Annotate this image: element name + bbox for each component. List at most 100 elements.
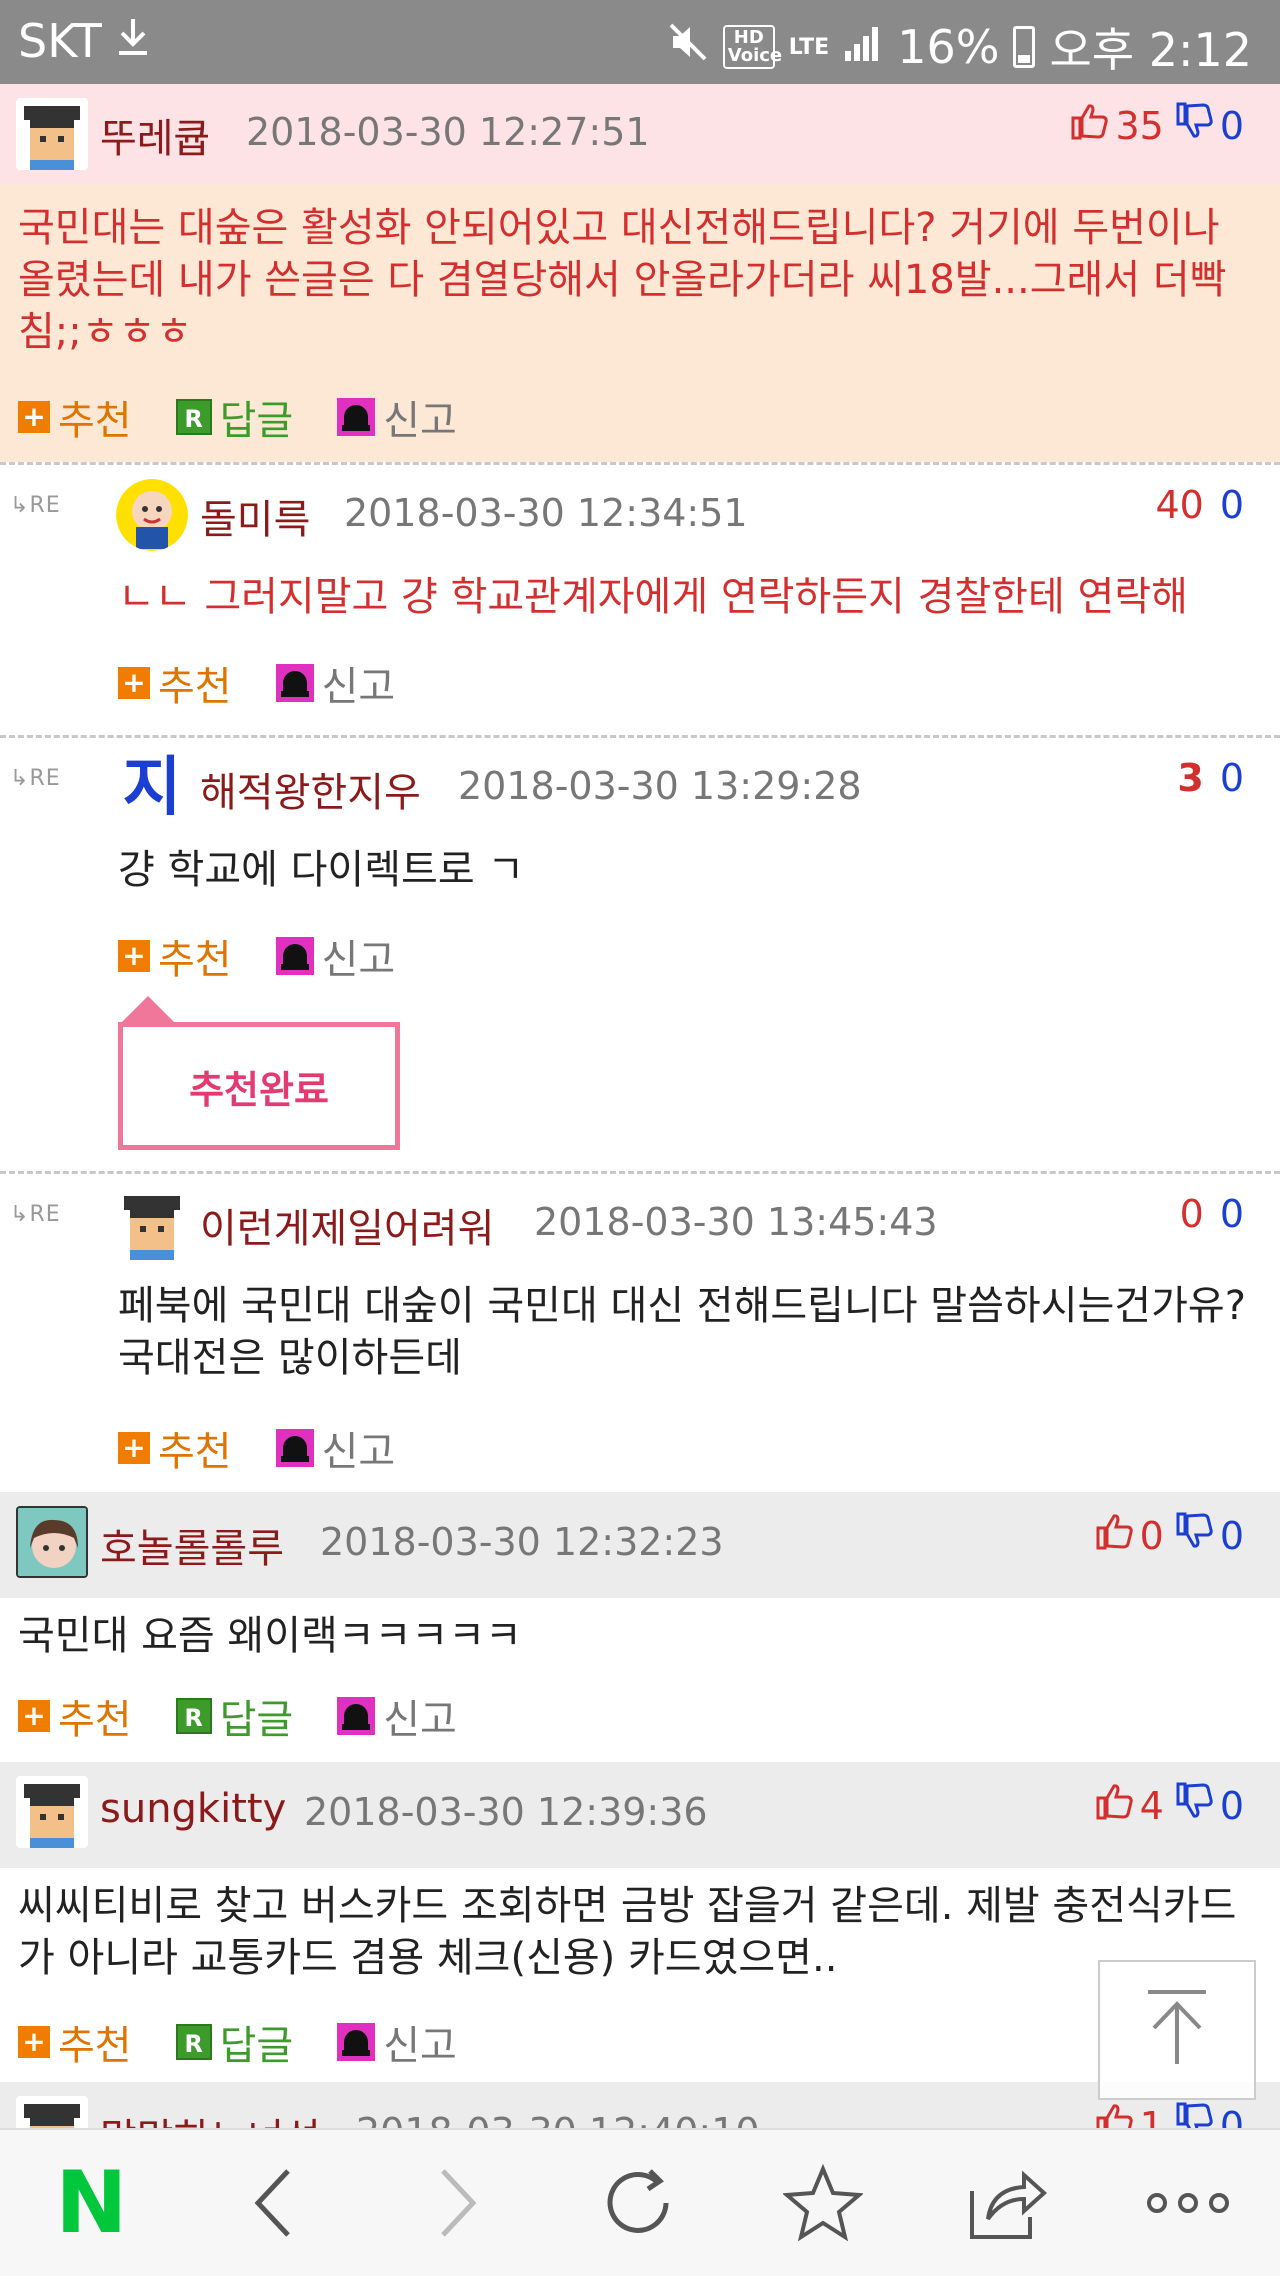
- thumbs-down-icon[interactable]: [1174, 1782, 1214, 1829]
- avatar[interactable]: [16, 2096, 88, 2128]
- comment-nickname[interactable]: 뚜레큡: [100, 106, 210, 164]
- comment-nickname[interactable]: 돌미륵: [200, 487, 310, 545]
- naver-logo-icon[interactable]: N: [31, 2143, 151, 2263]
- reply-button[interactable]: R 답글: [175, 2013, 294, 2071]
- recommend-button[interactable]: + 추천: [18, 2013, 132, 2071]
- comment-nickname[interactable]: 호놀롤롤루: [100, 1516, 284, 1574]
- reply-item: ↳RE 지 해적왕한지우 2018-03-30 13:29:28 3 0 걍 학…: [0, 735, 1280, 1171]
- recommend-label: 추천: [58, 398, 132, 444]
- report-button[interactable]: 신고: [275, 1419, 395, 1477]
- siren-icon: [275, 664, 314, 702]
- downvote-count: 0: [1219, 2103, 1244, 2129]
- reply-button[interactable]: R 답글: [175, 388, 294, 446]
- upvote-count: 1: [1139, 2103, 1164, 2129]
- thumbs-up-icon[interactable]: [1094, 1782, 1134, 1829]
- reply-label: 답글: [219, 2023, 294, 2069]
- comment-timestamp: 2018-03-30 12:32:23: [320, 1520, 724, 1564]
- thumbs-up-icon[interactable]: [1069, 102, 1109, 149]
- comment-list[interactable]: 뚜레큡 2018-03-30 12:27:51 35 0 국민대는 대숲은 활성…: [0, 84, 1280, 2128]
- avatar[interactable]: [16, 98, 88, 170]
- signal-icon: [843, 20, 883, 74]
- reply-button[interactable]: R 답글: [175, 1687, 293, 1745]
- thumbs-up-icon[interactable]: [1094, 2102, 1134, 2128]
- downvote-count: 0: [1219, 1192, 1244, 1236]
- thumbs-down-icon[interactable]: [1174, 102, 1214, 149]
- recommend-label: 추천: [58, 1697, 132, 1743]
- downvote-count: 0: [1219, 1783, 1244, 1828]
- thumbs-down-icon[interactable]: [1174, 1512, 1214, 1559]
- comment-text: 국민대 요즘 왜이랙ㅋㅋㅋㅋㅋ: [18, 1613, 522, 1659]
- recommend-label: 추천: [158, 664, 232, 710]
- reply-icon: R: [175, 399, 212, 435]
- report-button[interactable]: 신고: [275, 927, 395, 985]
- upvote-count: 40: [1155, 483, 1204, 527]
- upvote-count: 0: [1139, 1513, 1164, 1558]
- bookmark-star-icon[interactable]: [763, 2143, 883, 2263]
- comment-nickname[interactable]: sungkitty: [100, 1786, 286, 1832]
- avatar[interactable]: [116, 479, 188, 551]
- popup-pointer: [122, 996, 174, 1022]
- more-icon[interactable]: [1128, 2143, 1248, 2263]
- comment-timestamp: 2018-03-30 12:34:51: [344, 491, 748, 535]
- comment-nickname[interactable]: 해적왕한지우: [200, 760, 421, 818]
- recommend-button[interactable]: + 추천: [118, 927, 232, 985]
- recommend-label: 추천: [158, 937, 232, 983]
- comment-item: 뚜레큡 2018-03-30 12:27:51 35 0 국민대는 대숲은 활성…: [0, 84, 1280, 462]
- avatar[interactable]: [116, 1188, 188, 1260]
- report-button[interactable]: 신고: [337, 2013, 457, 2071]
- report-button[interactable]: 신고: [275, 654, 396, 712]
- plus-icon: +: [118, 940, 150, 972]
- thumbs-up-icon[interactable]: [1094, 1512, 1134, 1559]
- recommend-label: 추천: [158, 1429, 232, 1475]
- reply-item: ↳RE 이런게제일어려워 2018-03-30 13:45:43 0 0 페북에…: [0, 1171, 1280, 1492]
- recommend-done-popup: 추천완료: [118, 1022, 400, 1150]
- report-button[interactable]: 신고: [337, 388, 457, 446]
- comment-item: 말많하느녀석 2018-03-30 12:40:10 1 0: [0, 2082, 1280, 2128]
- comment-nickname[interactable]: 이런게제일어려워: [200, 1196, 494, 1254]
- plus-icon: +: [18, 1700, 50, 1732]
- recommend-button[interactable]: + 추천: [18, 388, 132, 446]
- siren-icon: [337, 1697, 376, 1735]
- clock: 오후 2:12: [1049, 23, 1252, 77]
- downvote-count: 0: [1219, 103, 1244, 148]
- arrow-up-icon: [1142, 1988, 1212, 2072]
- avatar[interactable]: [16, 1776, 88, 1848]
- siren-icon: [337, 2023, 376, 2061]
- refresh-icon[interactable]: [580, 2143, 700, 2263]
- reply-label: 답글: [219, 398, 294, 444]
- reply-arrow-icon: ↳RE: [10, 766, 61, 791]
- carrier-label: SKT: [18, 14, 102, 68]
- siren-icon: [337, 398, 376, 436]
- avatar[interactable]: 지: [116, 752, 188, 824]
- scroll-to-top-button[interactable]: [1098, 1960, 1256, 2100]
- comment-timestamp: 2018-03-30 13:45:43: [534, 1200, 938, 1244]
- comment-text: 국민대는 대숲은 활성화 안되어있고 대신전해드립니다? 거기에 두번이나 올렸…: [18, 205, 1227, 355]
- reply-icon: R: [175, 1698, 212, 1734]
- comment-timestamp: 2018-03-30 13:29:28: [458, 764, 862, 808]
- mute-icon: [667, 20, 709, 74]
- back-icon[interactable]: [214, 2143, 334, 2263]
- forward-icon[interactable]: [397, 2143, 517, 2263]
- comment-text: 씨씨티비로 찾고 버스카드 조회하면 금방 잡을거 같은데. 제발 충전식카드가…: [18, 1883, 1237, 1981]
- plus-icon: +: [18, 2026, 50, 2058]
- report-button[interactable]: 신고: [337, 1687, 457, 1745]
- comment-text: 걍 학교에 다이렉트로 ㄱ: [118, 847, 525, 893]
- comment-text: ㄴㄴ 그러지말고 걍 학교관계자에게 연락하든지 경찰한테 연락해: [118, 574, 1188, 620]
- recommend-button[interactable]: + 추천: [118, 654, 232, 712]
- lte-label: LTE: [788, 34, 830, 60]
- recommend-button[interactable]: + 추천: [18, 1687, 132, 1745]
- comment-nickname[interactable]: 말많하느녀석: [100, 2106, 321, 2128]
- recommend-button[interactable]: + 추천: [118, 1419, 232, 1477]
- hd-voice-badge: HD Voice: [722, 25, 782, 69]
- upvote-count: 3: [1177, 756, 1204, 800]
- reply-arrow-icon: ↳RE: [10, 1202, 61, 1227]
- share-icon[interactable]: [946, 2143, 1066, 2263]
- report-label: 신고: [321, 664, 396, 710]
- thumbs-down-icon[interactable]: [1174, 2102, 1214, 2128]
- avatar[interactable]: [16, 1506, 88, 1578]
- report-label: 신고: [383, 2023, 457, 2069]
- comment-item: 호놀롤롤루 2018-03-30 12:32:23 0 0 국민대 요즘 왜이랙…: [0, 1492, 1280, 1762]
- siren-icon: [275, 937, 314, 975]
- recommend-label: 추천: [58, 2023, 132, 2069]
- siren-icon: [275, 1429, 314, 1467]
